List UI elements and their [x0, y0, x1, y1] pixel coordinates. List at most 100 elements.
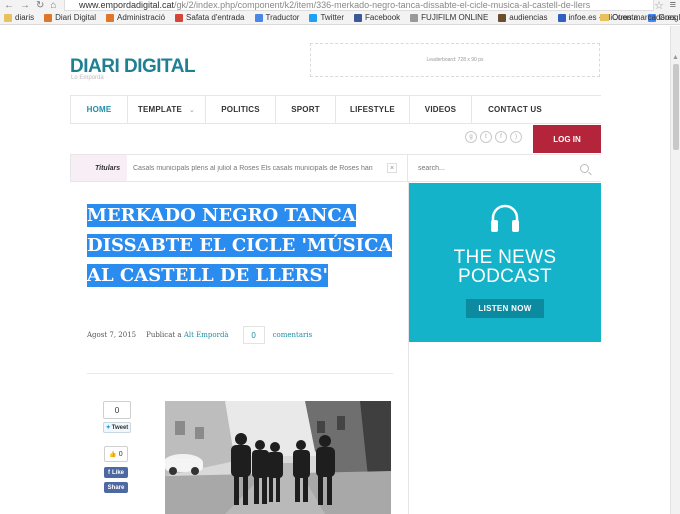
search-input[interactable]	[408, 164, 568, 172]
published-prefix: Publicat a	[146, 331, 182, 339]
site-tagline: Lo Empordà	[71, 75, 104, 81]
search-icon[interactable]	[580, 164, 589, 173]
bookmark-label: FUJIFILM ONLINE	[421, 13, 489, 22]
article-category: Publicat a Alt Empordà	[146, 331, 229, 339]
bookmark-item[interactable]: Facebook	[354, 13, 400, 22]
podcast-title-line2: PODCAST	[458, 266, 552, 287]
infoe-icon	[557, 13, 566, 22]
bookmark-label: Administració	[117, 13, 166, 22]
nav-item-lifestyle[interactable]: LIFESTYLE	[336, 96, 410, 123]
podcast-widget[interactable]: THE NEWS PODCAST LISTEN NOW	[409, 183, 601, 342]
fb-count-value: 0	[118, 450, 123, 458]
facebook-icon[interactable]: f	[495, 131, 507, 143]
bookmark-item[interactable]: diaris	[4, 13, 34, 22]
ticker-text[interactable]: Casals municipals plens al juliol a Rose…	[127, 165, 373, 172]
nav-item-contact[interactable]: CONTACT US	[472, 96, 558, 123]
nav-item-home[interactable]: HOME	[70, 96, 128, 123]
rss-icon[interactable]: )	[510, 131, 522, 143]
headphones-icon	[491, 204, 519, 232]
browser-toolbar: ← → ↻ ⌂ www.empordadigital.cat/gk/2/inde…	[0, 0, 680, 12]
gplus-icon[interactable]: g	[465, 131, 477, 143]
home-icon[interactable]: ⌂	[50, 0, 56, 11]
nav-item-sport[interactable]: SPORT	[276, 96, 336, 123]
page-icon	[410, 13, 419, 22]
close-icon[interactable]: ×	[387, 163, 397, 173]
article-meta: Agost 7, 2015 Publicat a Alt Empordà 0 c…	[87, 323, 387, 347]
tweet-label: Tweet	[111, 424, 129, 431]
nav-label: CONTACT US	[488, 105, 542, 114]
bookmark-item[interactable]: Twitter	[309, 13, 344, 22]
bookmark-label: Safata d'entrada	[186, 13, 245, 22]
facebook-icon: f	[107, 469, 110, 476]
folder-icon	[4, 13, 12, 22]
bookmark-item[interactable]: Administració	[106, 13, 165, 22]
nav-label: LIFESTYLE	[350, 105, 395, 114]
tweet-count: 0	[103, 401, 131, 419]
article-title: MERKADO NEGRO TANCA DISSABTE EL CICLE 'M…	[87, 201, 393, 291]
thumbs-up-icon: 👍	[109, 451, 117, 458]
article-photo[interactable]	[165, 401, 391, 514]
article-title-text: MERKADO NEGRO TANCA DISSABTE EL CICLE 'M…	[87, 204, 393, 287]
fb-like-label: Like	[111, 469, 124, 476]
bookmark-item[interactable]: FUJIFILM ONLINE	[410, 13, 488, 22]
article-photo-image	[165, 401, 391, 514]
nav-label: HOME	[86, 105, 112, 114]
nav-item-politics[interactable]: POLITICS	[206, 96, 276, 123]
twitter-icon[interactable]: t	[480, 131, 492, 143]
nav-item-template[interactable]: TEMPLATE ⌄	[128, 96, 206, 123]
fb-like-button[interactable]: f Like	[104, 467, 128, 478]
bookmark-label: Diari Digital	[55, 13, 97, 22]
ticker-label: Titulars	[71, 155, 127, 181]
address-bar[interactable]: www.empordadigital.cat/gk/2/index.php/co…	[64, 0, 654, 11]
nav-item-videos[interactable]: VIDEOS	[410, 96, 472, 123]
login-button[interactable]: LOG IN	[533, 125, 601, 153]
twitter-icon	[309, 13, 318, 22]
bookmark-item[interactable]: audiencias	[498, 13, 548, 22]
meta-divider	[87, 373, 393, 374]
other-bookmarks-label: Otros marcadores	[611, 13, 676, 22]
bookmark-item[interactable]: Safata d'entrada	[175, 13, 245, 22]
fb-share-button[interactable]: Share	[104, 482, 128, 493]
forward-icon[interactable]: →	[20, 0, 30, 11]
browser-nav: ← → ↻ ⌂	[0, 0, 62, 11]
chart-icon	[498, 13, 507, 22]
other-bookmarks[interactable]: Otros marcadores	[599, 13, 676, 22]
bookmark-label: Traductor	[265, 13, 300, 22]
url-path: /gk/2/index.php/component/k2/item/336-me…	[174, 0, 591, 10]
bookmarks-bar: diaris Diari Digital Administració Safata d…	[0, 11, 680, 25]
ad-banner[interactable]: Leaderboard: 728 x 90 px	[310, 43, 600, 77]
page-scrollbar[interactable]: ▲	[670, 26, 680, 514]
comment-count[interactable]: 0	[242, 326, 265, 344]
reload-icon[interactable]: ↻	[36, 0, 44, 11]
fb-like-count: 👍 0	[104, 446, 128, 462]
nav-label: VIDEOS	[424, 105, 457, 114]
news-ticker: Titulars Casals municipals plens al juli…	[70, 154, 408, 182]
comments-link[interactable]: comentaris	[273, 331, 313, 339]
back-icon[interactable]: ←	[4, 0, 14, 11]
bookmark-label: Twitter	[320, 13, 345, 22]
main-nav: HOME TEMPLATE ⌄ POLITICS SPORT LIFESTYLE …	[70, 95, 601, 124]
category-link[interactable]: Alt Empordà	[184, 331, 229, 339]
browser-menu-icon[interactable]: ≡	[670, 0, 676, 11]
folder-icon	[599, 14, 609, 21]
joomla-icon	[106, 13, 115, 22]
scrollbar-thumb[interactable]	[673, 64, 679, 150]
article-date: Agost 7, 2015	[87, 331, 137, 339]
listen-now-button[interactable]: LISTEN NOW	[466, 299, 544, 318]
social-links: g t f )	[465, 131, 522, 143]
ad-text: Leaderboard: 728 x 90 px	[426, 57, 484, 63]
tweet-button[interactable]: ✦ Tweet	[103, 422, 131, 433]
chevron-down-icon: ⌄	[189, 106, 196, 114]
nav-label: SPORT	[291, 105, 320, 114]
bookmark-item[interactable]: Diari Digital	[44, 13, 96, 22]
search-box	[408, 154, 601, 182]
bookmark-label: Facebook	[365, 13, 401, 22]
nav-label: TEMPLATE	[137, 105, 183, 114]
bookmark-label: diaris	[15, 13, 35, 22]
joomla-icon	[44, 13, 53, 22]
gmail-icon	[175, 13, 184, 22]
scroll-up-icon[interactable]: ▲	[672, 54, 679, 61]
facebook-icon	[354, 13, 363, 22]
bookmark-item[interactable]: Traductor	[254, 13, 300, 22]
twitter-bird-icon: ✦	[105, 425, 111, 431]
